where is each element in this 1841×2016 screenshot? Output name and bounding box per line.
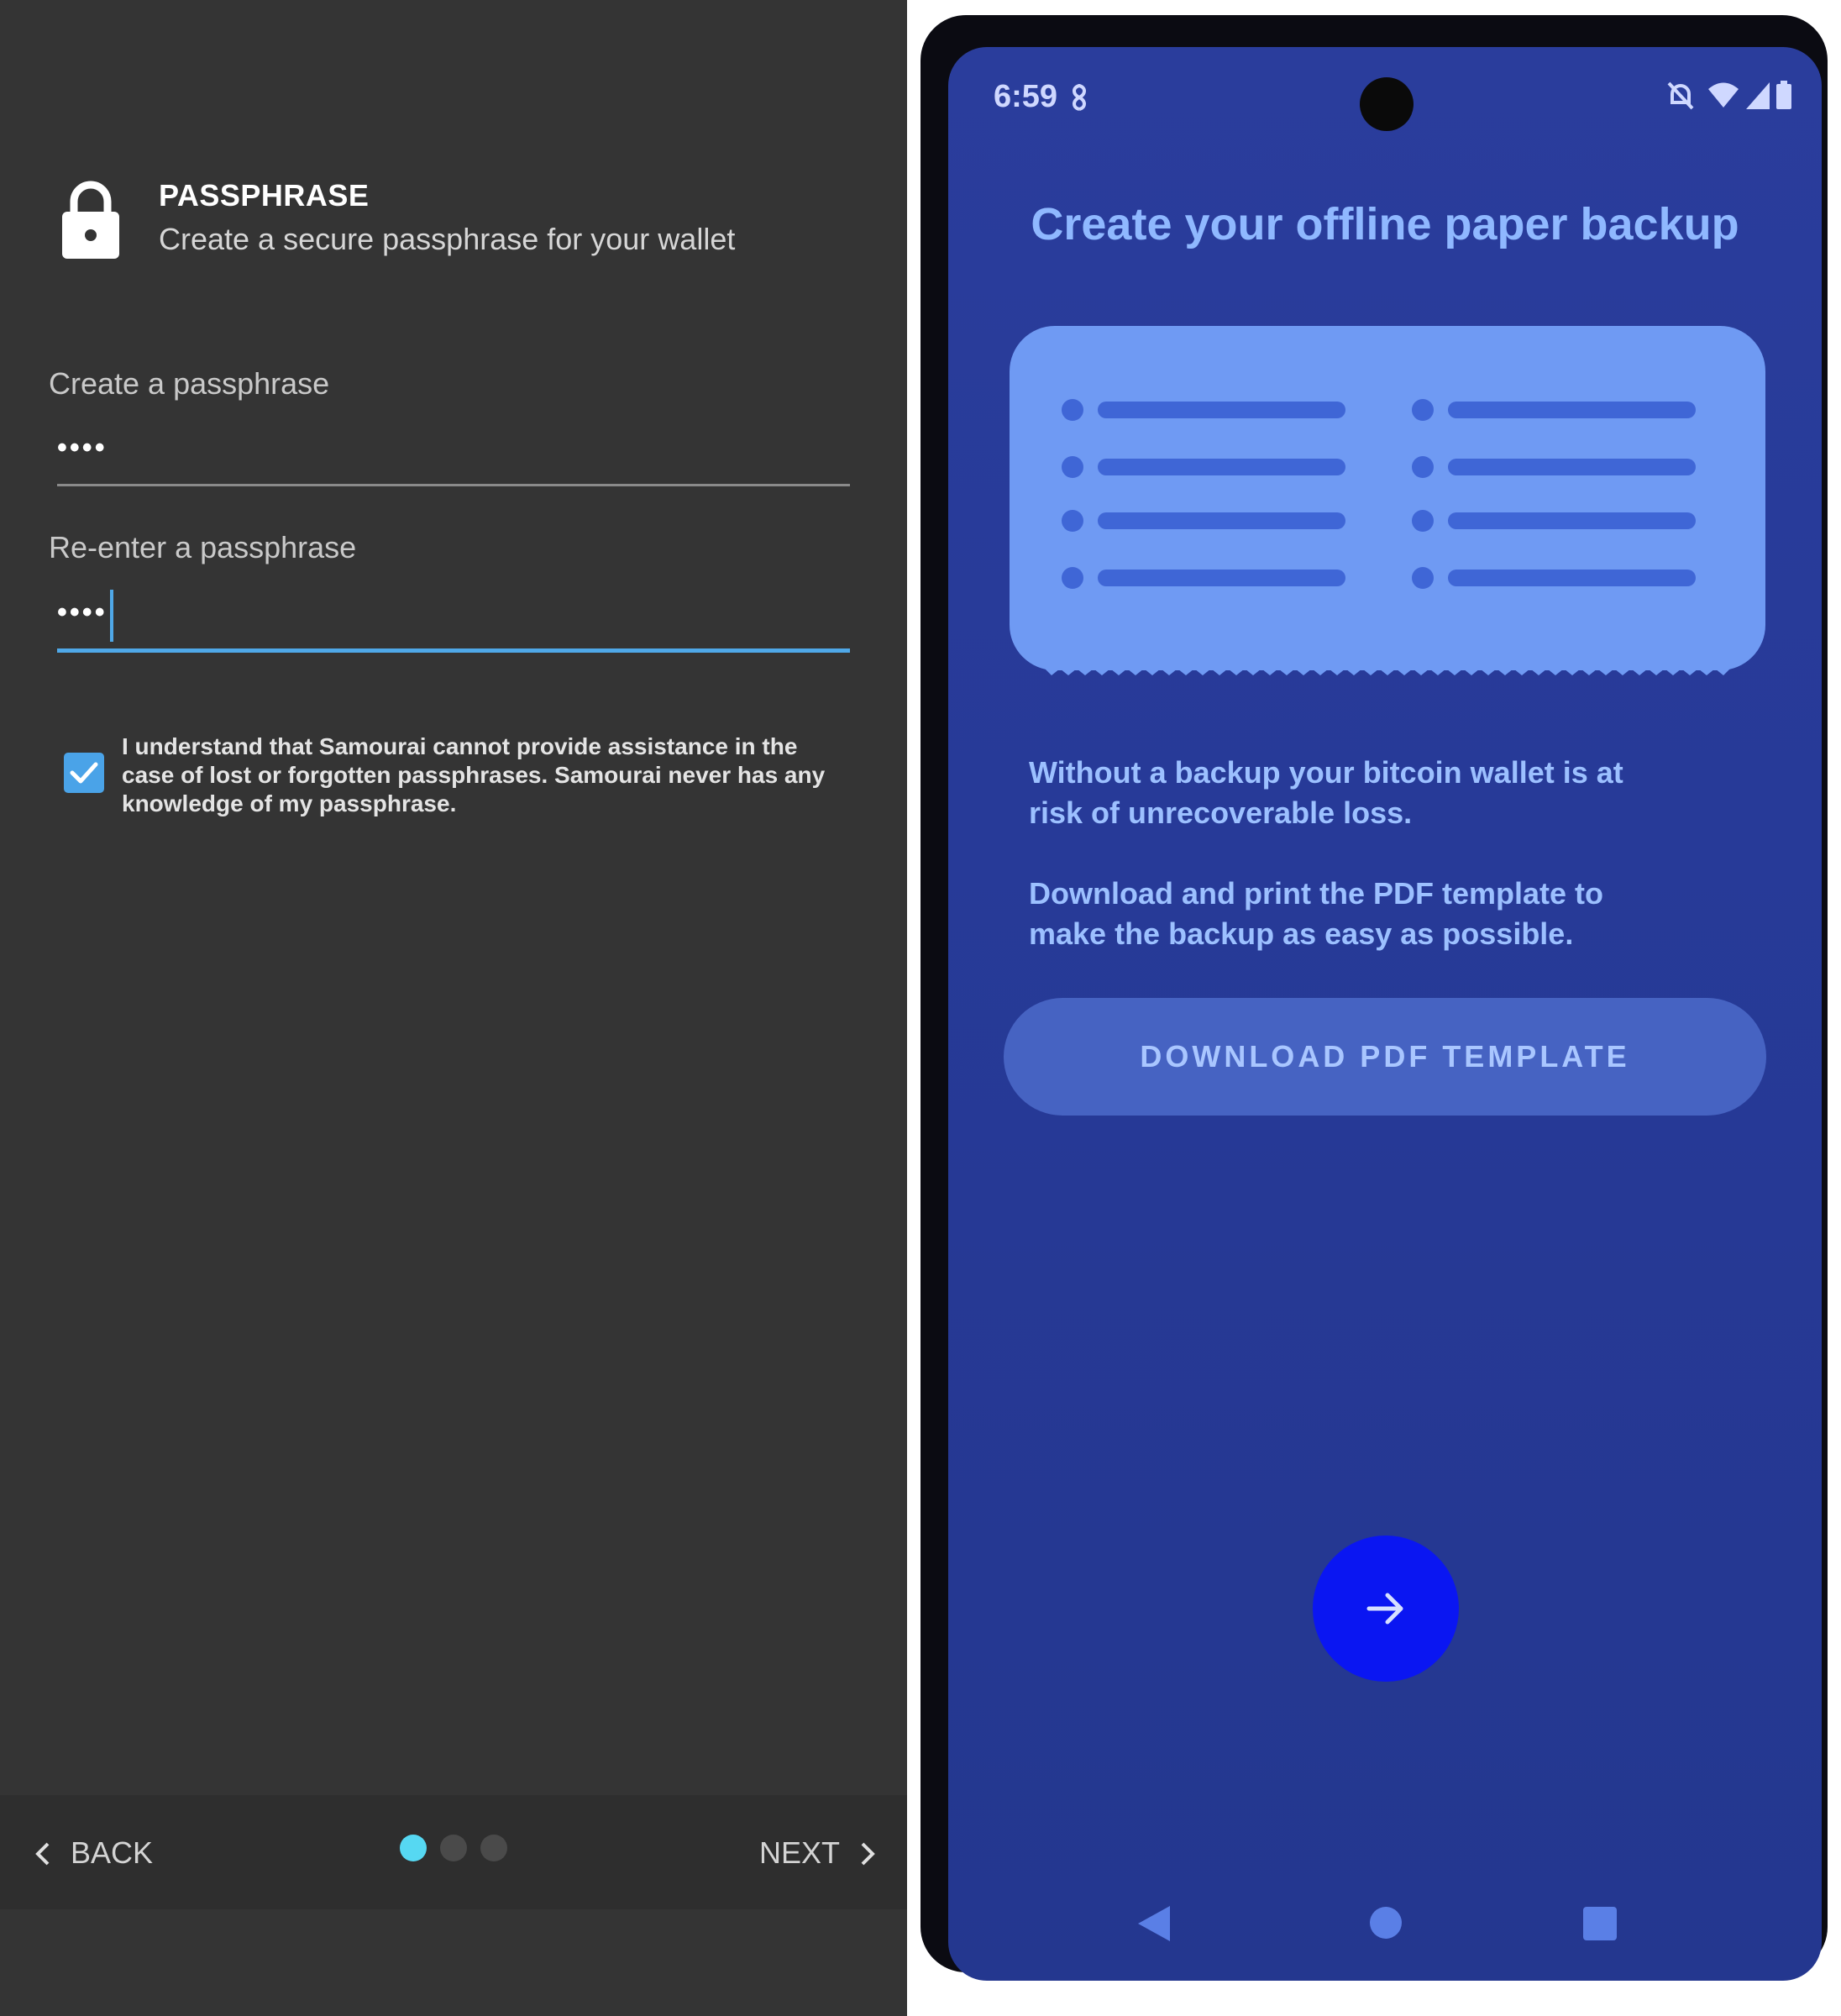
phone-frame: 6:59 Create your offline paper backup Wi… — [920, 15, 1828, 1981]
wizard-footer: BACK NEXT — [0, 1795, 907, 1909]
paper-backup-screen: 6:59 Create your offline paper backup Wi… — [948, 47, 1822, 1981]
page-dot-1-active — [400, 1835, 427, 1861]
page-subtitle: Create a secure passphrase for your wall… — [159, 222, 736, 256]
status-time: 6:59 — [994, 79, 1058, 114]
create-passphrase-underline — [57, 484, 850, 486]
next-label: NEXT — [759, 1835, 841, 1870]
status-icons — [1666, 81, 1793, 115]
reenter-passphrase-input[interactable]: •••• — [57, 596, 108, 629]
download-pdf-button[interactable]: DOWNLOAD PDF TEMPLATE — [1004, 998, 1766, 1116]
page-dot-2 — [440, 1835, 467, 1861]
reenter-passphrase-underline — [57, 648, 850, 653]
next-fab-button[interactable] — [1313, 1536, 1459, 1682]
battery-icon — [1776, 81, 1791, 109]
create-passphrase-label: Create a passphrase — [49, 366, 330, 401]
reenter-passphrase-label: Re-enter a passphrase — [49, 530, 357, 564]
backup-instructions-text: Download and print the PDF template to m… — [1029, 876, 1603, 951]
chevron-right-icon — [861, 1842, 875, 1866]
paper-backup-illustration — [1010, 326, 1765, 670]
lock-icon — [62, 181, 119, 259]
page-title: PASSPHRASE — [159, 178, 370, 213]
passphrase-screen: PASSPHRASE Create a secure passphrase fo… — [0, 0, 907, 2016]
page-dot-3 — [480, 1835, 507, 1861]
arrow-right-icon — [1366, 1593, 1403, 1625]
back-button[interactable]: BACK — [34, 1832, 153, 1874]
backup-warning-text: Without a backup your bitcoin wallet is … — [1029, 755, 1623, 830]
seed-lines-illustration — [1062, 399, 1696, 589]
back-triangle-icon[interactable] — [1136, 1904, 1172, 1943]
next-button[interactable]: NEXT — [759, 1832, 877, 1874]
checkmark-icon — [70, 762, 98, 784]
acknowledge-text: I understand that Samourai cannot provid… — [122, 733, 826, 816]
text-cursor — [110, 590, 113, 642]
chevron-left-icon — [35, 1842, 50, 1866]
back-label: BACK — [71, 1835, 154, 1870]
phone-photo: 6:59 Create your offline paper backup Wi… — [907, 0, 1841, 2016]
recents-square-icon[interactable] — [1583, 1907, 1617, 1940]
fan-icon — [1073, 83, 1086, 111]
signal-icon — [1745, 82, 1770, 109]
acknowledge-checkbox[interactable] — [64, 753, 104, 793]
create-passphrase-input[interactable]: •••• — [57, 432, 108, 465]
wifi-icon — [1708, 82, 1739, 108]
front-camera — [1360, 77, 1414, 131]
backup-title: Create your offline paper backup — [1031, 199, 1739, 249]
torn-edge — [1043, 667, 1732, 675]
bell-off-icon — [1667, 81, 1694, 110]
home-circle-icon[interactable] — [1370, 1907, 1402, 1939]
